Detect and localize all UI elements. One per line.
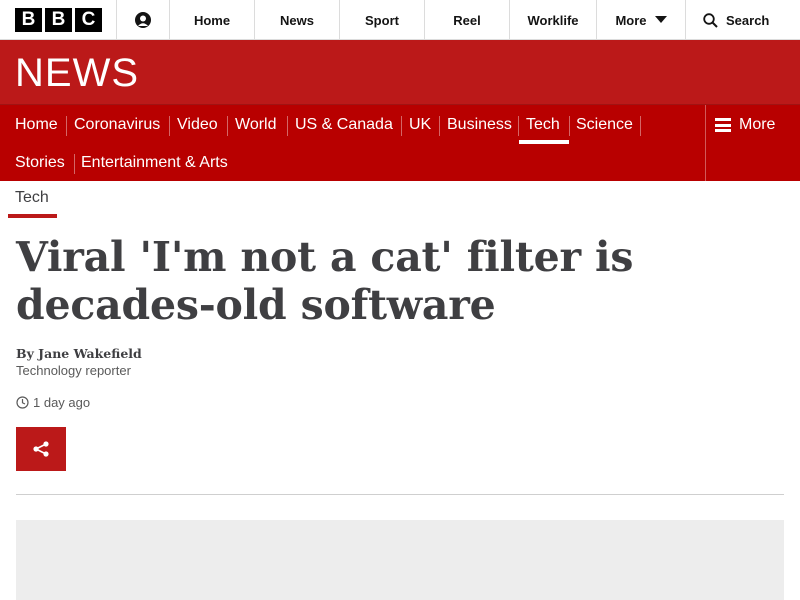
article-headline: Viral 'I'm not a cat' filter is decades-… <box>16 233 634 329</box>
global-nav-reel[interactable]: Reel <box>425 0 510 40</box>
global-navigation-bar: B B C Home News Sport Reel Worklife More… <box>0 0 800 40</box>
timestamp-text: 1 day ago <box>33 395 91 410</box>
bbc-logo-letter: C <box>75 8 102 32</box>
news-masthead: NEWS <box>0 40 800 104</box>
section-label-underline <box>8 214 57 218</box>
account-icon <box>135 12 151 28</box>
byline-role: Technology reporter <box>16 363 131 378</box>
global-nav-home[interactable]: Home <box>170 0 255 40</box>
search-icon <box>703 12 718 28</box>
article-divider <box>16 494 784 495</box>
global-nav-more-label: More <box>615 12 647 28</box>
article-timestamp: 1 day ago <box>16 395 90 410</box>
bbc-logo-letter: B <box>45 8 72 32</box>
section-nav-item-uk[interactable]: UK <box>402 115 438 135</box>
section-nav-item-science[interactable]: Science <box>569 115 640 135</box>
global-search-button[interactable]: Search <box>686 0 800 40</box>
section-nav-item-entertainment-arts[interactable]: Entertainment & Arts <box>74 153 235 173</box>
section-nav-item-coronavirus[interactable]: Coronavirus <box>67 115 167 135</box>
bbc-logo[interactable]: B B C <box>0 0 117 40</box>
article-section-link[interactable]: Tech <box>8 189 56 207</box>
section-navigation: Home Coronavirus Video World US & Canada… <box>0 104 800 182</box>
section-nav-more-button[interactable]: More <box>705 105 800 182</box>
section-nav-item-world[interactable]: World <box>228 115 284 135</box>
global-nav-news[interactable]: News <box>255 0 340 40</box>
account-button[interactable] <box>117 0 170 40</box>
chevron-down-icon <box>654 16 667 23</box>
section-nav-item-stories[interactable]: Stories <box>8 153 72 173</box>
news-logo[interactable]: NEWS <box>15 51 139 95</box>
section-nav-item-us-canada[interactable]: US & Canada <box>288 115 400 135</box>
active-section-indicator <box>519 140 569 144</box>
section-nav-item-home[interactable]: Home <box>8 115 65 135</box>
hamburger-menu-icon <box>715 118 731 132</box>
section-nav-item-tech[interactable]: Tech <box>519 115 567 135</box>
clock-icon <box>16 396 29 409</box>
global-nav-more[interactable]: More <box>597 0 686 40</box>
section-nav-item-video[interactable]: Video <box>170 115 225 135</box>
search-label: Search <box>726 12 770 28</box>
global-nav-worklife[interactable]: Worklife <box>510 0 597 40</box>
article-media-placeholder <box>16 520 784 600</box>
bbc-logo-letter: B <box>15 8 42 32</box>
section-nav-separator <box>640 116 641 136</box>
section-nav-item-business[interactable]: Business <box>440 115 519 135</box>
byline-author: By Jane Wakefield <box>16 346 142 361</box>
section-nav-more-label: More <box>739 116 776 133</box>
share-button[interactable] <box>16 427 66 471</box>
share-icon <box>33 441 49 457</box>
global-nav-sport[interactable]: Sport <box>340 0 425 40</box>
